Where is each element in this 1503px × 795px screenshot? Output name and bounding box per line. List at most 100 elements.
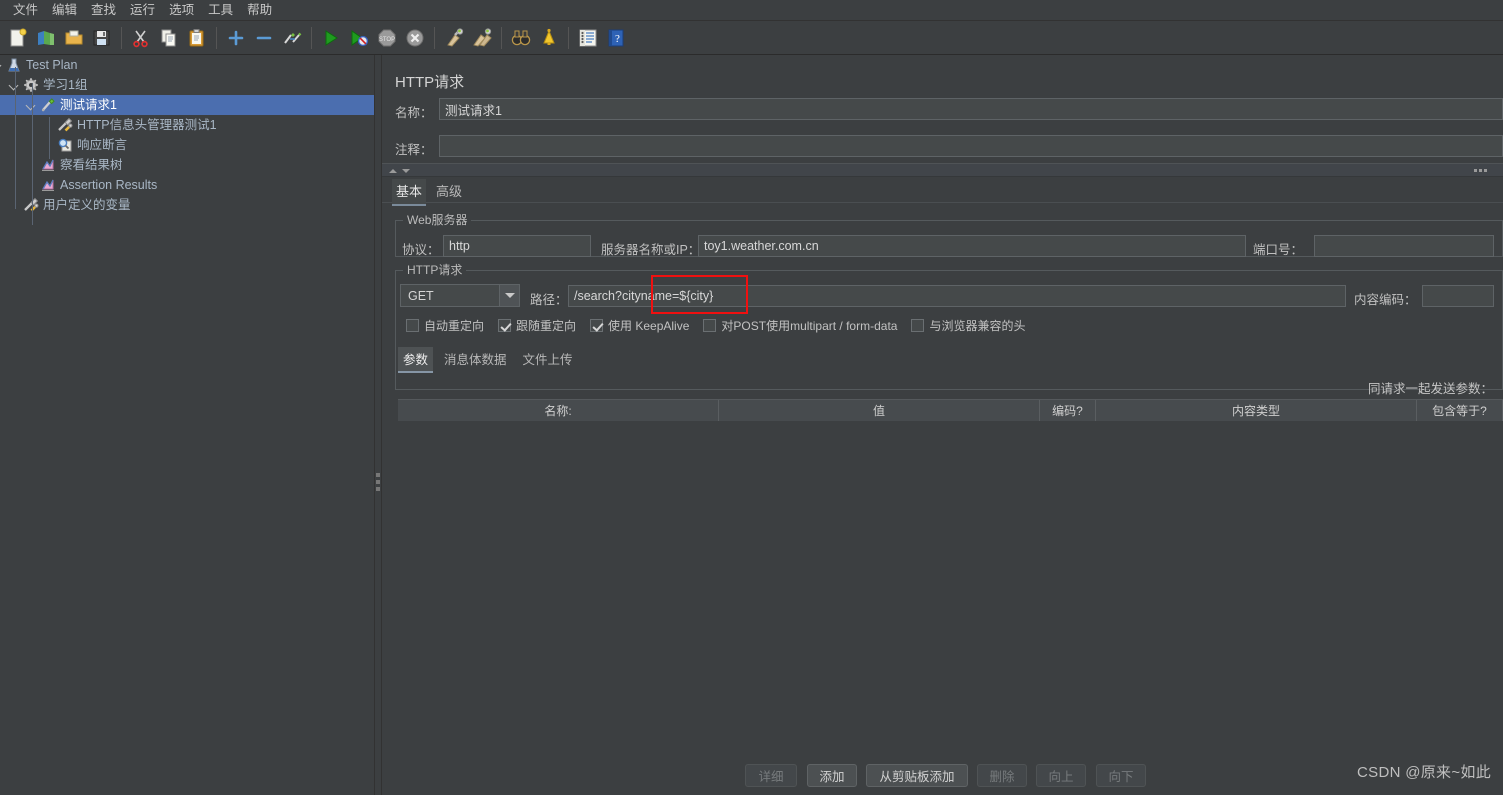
panel-collapse-strip <box>382 163 1503 177</box>
start-play-icon[interactable] <box>318 25 344 51</box>
web-server-group-title: Web服务器 <box>403 213 472 227</box>
collapse-minus-icon[interactable] <box>251 25 277 51</box>
more-options-icon[interactable] <box>1474 169 1487 172</box>
checkbox-label: 与浏览器兼容的头 <box>929 319 1026 333</box>
tree-node-http-request[interactable]: 测试请求1 <box>0 95 374 115</box>
split-pane-grip[interactable] <box>376 473 380 495</box>
svg-text:STOP: STOP <box>379 37 395 43</box>
tree-expand-icon[interactable] <box>0 60 3 71</box>
server-name-input[interactable] <box>698 235 1246 257</box>
copy-pages-icon[interactable] <box>156 25 182 51</box>
add-from-clipboard-button[interactable]: 从剪贴板添加 <box>866 764 968 787</box>
menu-run[interactable]: 运行 <box>123 1 162 20</box>
collapse-down-icon[interactable] <box>402 169 410 173</box>
add-button[interactable]: 添加 <box>807 764 857 787</box>
checkbox-box[interactable] <box>590 319 604 332</box>
tree-node-view-results-tree[interactable]: 察看结果树 <box>0 155 374 175</box>
server-name-label: 服务器名称或IP： <box>601 243 701 257</box>
checkbox-box[interactable] <box>498 319 512 332</box>
tree-node-assertion-results[interactable]: Assertion Results <box>0 175 374 195</box>
checkbox-box[interactable] <box>406 319 419 332</box>
protocol-label: 协议： <box>402 243 440 257</box>
checkbox-keepalive[interactable]: 使用 KeepAlive <box>590 317 689 334</box>
port-input[interactable] <box>1314 235 1494 257</box>
parameters-table-body[interactable] <box>398 421 1503 751</box>
column-encode[interactable]: 编码? <box>1040 400 1096 421</box>
menu-file[interactable]: 文件 <box>6 1 45 20</box>
menu-edit[interactable]: 编辑 <box>45 1 84 20</box>
tree-guide-line <box>32 83 33 225</box>
column-include-equals[interactable]: 包含等于? <box>1417 400 1503 421</box>
name-field-label: 名称： <box>395 106 433 120</box>
save-floppy-icon[interactable] <box>89 25 115 51</box>
assertion-results-icon <box>40 177 56 193</box>
reset-bell-icon[interactable] <box>536 25 562 51</box>
tab-basic[interactable]: 基本 <box>392 179 427 206</box>
menu-tools[interactable]: 工具 <box>201 1 240 20</box>
split-pane-divider[interactable] <box>374 55 382 795</box>
delete-button: 删除 <box>977 764 1027 787</box>
shutdown-circle-icon[interactable] <box>402 25 428 51</box>
menu-bar: 文件 编辑 查找 运行 选项 工具 帮助 <box>0 0 1503 21</box>
toolbar-separator <box>311 26 312 49</box>
test-plan-tree[interactable]: Test Plan 学习1组测试请求1 HTTP信息头管理器测试1 响应断言 察看结果树… <box>0 55 374 795</box>
checkbox-label: 使用 KeepAlive <box>608 319 690 333</box>
content-encoding-input[interactable] <box>1422 285 1494 307</box>
tree-node-user-defined-variables[interactable]: 用户定义的变量 <box>0 195 374 215</box>
menu-search[interactable]: 查找 <box>84 1 123 20</box>
cut-scissors-icon[interactable] <box>128 25 154 51</box>
protocol-input[interactable] <box>443 235 591 257</box>
start-no-pauses-icon[interactable] <box>346 25 372 51</box>
tree-guide-line <box>15 67 16 209</box>
help-book-icon[interactable]: ? <box>603 25 629 51</box>
menu-options[interactable]: 选项 <box>162 1 201 20</box>
checkbox-label: 跟随重定向 <box>516 319 577 333</box>
toolbar-separator <box>216 26 217 49</box>
checkbox-auto-redirect[interactable]: 自动重定向 <box>406 317 484 334</box>
checkbox-multipart[interactable]: 对POST使用multipart / form-data <box>703 317 897 334</box>
checkbox-label: 对POST使用multipart / form-data <box>721 319 898 333</box>
tree-node-label: Test Plan <box>26 58 78 72</box>
toolbar-separator <box>434 26 435 49</box>
tree-node-label: 用户定义的变量 <box>43 198 131 212</box>
tree-node-test-plan[interactable]: Test Plan <box>0 55 374 75</box>
column-value[interactable]: 值 <box>719 400 1040 421</box>
chevron-down-icon[interactable] <box>499 285 519 306</box>
checkbox-follow-redirect[interactable]: 跟随重定向 <box>498 317 576 334</box>
collapse-up-icon[interactable] <box>389 169 397 173</box>
menu-help[interactable]: 帮助 <box>240 1 279 20</box>
checkbox-box[interactable] <box>911 319 925 332</box>
http-sampler-icon <box>40 97 56 113</box>
name-input[interactable] <box>439 98 1503 120</box>
column-content-type[interactable]: 内容类型 <box>1096 400 1417 421</box>
http-method-combo[interactable]: GET <box>400 284 520 307</box>
view-results-tree-icon <box>40 157 56 173</box>
column-name[interactable]: 名称: <box>398 400 719 421</box>
new-document-icon[interactable] <box>5 25 31 51</box>
expand-plus-icon[interactable] <box>223 25 249 51</box>
http-request-options-row: 自动重定向 跟随重定向 使用 KeepAlive 对POST使用multipart /… <box>406 317 1039 334</box>
comment-input[interactable] <box>439 135 1503 157</box>
open-templates-icon[interactable] <box>33 25 59 51</box>
binoculars-search-icon[interactable] <box>508 25 534 51</box>
checkbox-box[interactable] <box>703 319 717 332</box>
tree-node-response-assertion[interactable]: 响应断言 <box>0 135 374 155</box>
clear-all-broom-icon[interactable] <box>469 25 495 51</box>
open-folder-icon[interactable] <box>61 25 87 51</box>
stop-sign-icon[interactable]: STOP <box>374 25 400 51</box>
checkbox-browser-compatible-headers[interactable]: 与浏览器兼容的头 <box>911 317 1025 334</box>
parameter-tab-strip: 参数 消息体数据 文件上传 <box>398 347 578 373</box>
subtab-parameters[interactable]: 参数 <box>398 347 434 373</box>
paste-clipboard-icon[interactable] <box>184 25 210 51</box>
tree-node-header-manager[interactable]: HTTP信息头管理器测试1 <box>0 115 374 135</box>
tree-guide-line <box>49 117 50 159</box>
function-helper-icon[interactable] <box>575 25 601 51</box>
toggle-pencil-icon[interactable] <box>279 25 305 51</box>
subtab-file-upload[interactable]: 文件上传 <box>518 347 578 373</box>
tree-node-thread-group[interactable]: 学习1组 <box>0 75 374 95</box>
path-input[interactable] <box>568 285 1346 307</box>
tree-node-label: 测试请求1 <box>60 98 117 112</box>
tab-advanced[interactable]: 高级 <box>432 179 466 204</box>
subtab-body-data[interactable]: 消息体数据 <box>439 347 512 373</box>
clear-broom-icon[interactable] <box>441 25 467 51</box>
